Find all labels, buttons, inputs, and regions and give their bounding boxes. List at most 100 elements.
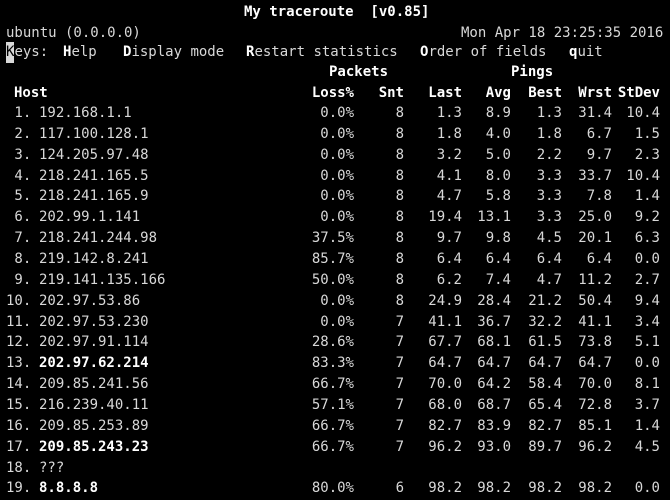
hop-host: 209.85.241.56 [39, 376, 149, 393]
best-cell: 3.3 [536, 209, 562, 226]
wrst-cell: 73.8 [578, 334, 612, 351]
loss-cell: 0.0% [320, 105, 354, 121]
last-cell: 70.0 [428, 376, 462, 393]
stdev-cell: 6.3 [634, 230, 660, 247]
snt-cell: 8 [395, 209, 404, 226]
hop-host: 202.97.53.230 [39, 313, 149, 330]
table-row: 13. 202.97.62.214 83.3% 7 64.7 64.7 64.7 64.7 0.… [0, 353, 670, 374]
packets-group-header: Packets [329, 64, 389, 80]
last-cell: 6.4 [436, 251, 462, 267]
hop-number: 10. [6, 292, 32, 309]
loss-cell: 0.0% [320, 313, 354, 330]
order-key-rest: rder of fields [428, 44, 547, 60]
wrst-cell: 72.8 [578, 396, 612, 413]
last-cell: 68.0 [428, 396, 462, 413]
title-line: My traceroute [v0.85] [0, 2, 670, 23]
host-column-header: Host [14, 85, 48, 101]
table-row: 19. 8.8.8.8 80.0% 6 98.2 98.2 98.2 98.2 0.0 [0, 478, 670, 499]
quit-key[interactable]: quit [569, 42, 603, 63]
hop-host: 218.241.165.5 [39, 167, 149, 184]
wrst-cell: 25.0 [578, 209, 612, 226]
wrst-cell: 41.1 [578, 313, 612, 330]
table-row: 10. 202.97.53.86 0.0% 8 24.9 28.4 21.2 50.4 9.4 [0, 291, 670, 312]
best-column-header: Best [528, 85, 562, 101]
stdev-cell: 8.1 [634, 376, 660, 393]
restart-statistics-key[interactable]: Restart statistics [246, 42, 398, 63]
group-header-line: Packets Pings [0, 62, 670, 83]
loss-cell: 85.7% [311, 251, 354, 267]
stdev-cell: 3.4 [634, 313, 660, 330]
avg-cell: 13.1 [477, 209, 511, 226]
loss-cell: 66.7% [311, 438, 354, 455]
order-of-fields-key[interactable]: Order of fields [420, 42, 546, 63]
hop-number: 6. [6, 209, 32, 226]
hop-host: 202.97.53.86 [39, 292, 141, 309]
column-header-line: Host Loss% Snt Last Avg Best Wrst StDev [0, 83, 670, 104]
avg-cell: 68.1 [477, 334, 511, 351]
loss-cell: 50.0% [311, 271, 354, 288]
pings-group-header: Pings [511, 64, 554, 80]
hop-number: 18. [6, 459, 32, 476]
wrst-cell: 11.2 [578, 271, 612, 288]
best-cell: 82.7 [528, 417, 562, 434]
avg-cell: 28.4 [477, 292, 511, 309]
snt-cell: 8 [395, 271, 404, 288]
app-title: My traceroute [v0.85] [244, 4, 430, 20]
keys-label-rest: eys: [14, 44, 49, 60]
stdev-cell: 5.1 [634, 334, 660, 351]
restart-key-rest: estart statistics [254, 44, 398, 60]
loss-cell: 0.0% [320, 292, 354, 309]
table-row: 3. 124.205.97.48 0.0% 8 3.2 5.0 2.2 9.7 2.3 [0, 145, 670, 166]
best-cell: 4.5 [536, 230, 562, 247]
avg-cell: 8.9 [485, 105, 511, 121]
table-row: 18.??? [0, 458, 670, 479]
last-column-header: Last [428, 85, 462, 101]
snt-cell: 7 [395, 355, 404, 372]
loss-cell: 0.0% [320, 125, 354, 142]
stdev-cell: 2.3 [634, 146, 660, 163]
hop-host: 209.85.253.89 [39, 417, 149, 434]
avg-cell: 9.8 [485, 230, 511, 247]
last-cell: 6.2 [436, 271, 462, 288]
snt-cell: 7 [395, 334, 404, 351]
best-cell: 89.7 [528, 438, 562, 455]
avg-cell: 93.0 [477, 438, 511, 455]
best-cell: 64.7 [528, 355, 562, 372]
snt-column-header: Snt [378, 85, 404, 101]
hop-number: 13. [6, 355, 32, 372]
table-row: 11. 202.97.53.230 0.0% 7 41.1 36.7 32.2 41.1 3.4 [0, 312, 670, 333]
wrst-cell: 31.4 [578, 105, 612, 121]
snt-cell: 7 [395, 396, 404, 413]
snt-cell: 7 [395, 438, 404, 455]
snt-cell: 7 [395, 417, 404, 434]
best-cell: 3.3 [536, 188, 562, 205]
last-cell: 24.9 [428, 292, 462, 309]
last-cell: 96.2 [428, 438, 462, 455]
loss-cell: 28.6% [311, 334, 354, 351]
hop-number: 7. [6, 230, 32, 247]
avg-cell: 6.4 [485, 251, 511, 267]
hop-number: 2. [6, 125, 32, 142]
hop-host: 202.97.62.214 [39, 355, 149, 372]
hop-host: 192.168.1.1 [39, 105, 132, 121]
hop-host: ??? [39, 459, 65, 476]
hop-number: 15. [6, 396, 32, 413]
best-cell: 65.4 [528, 396, 562, 413]
quit-key-rest: uit [577, 44, 603, 60]
best-cell: 6.4 [536, 251, 562, 267]
snt-cell: 8 [395, 292, 404, 309]
wrst-cell: 7.8 [586, 188, 612, 205]
hop-number: 14. [6, 376, 32, 393]
table-row: 4. 218.241.165.5 0.0% 8 4.1 8.0 3.3 33.7 10.4 [0, 166, 670, 187]
hop-host: 202.97.91.114 [39, 334, 149, 351]
stdev-cell: 9.2 [634, 209, 660, 226]
table-row: 15. 216.239.40.11 57.1% 7 68.0 68.7 65.4 72.8 3.… [0, 395, 670, 416]
display-mode-key[interactable]: Display mode [123, 42, 224, 63]
help-key[interactable]: Help [63, 42, 97, 63]
loss-cell: 37.5% [311, 230, 354, 247]
stdev-cell: 2.7 [634, 271, 660, 288]
hop-host: 8.8.8.8 [39, 480, 99, 497]
wrst-cell: 64.7 [578, 355, 612, 372]
loss-cell: 57.1% [311, 396, 354, 413]
table-row: 5. 218.241.165.9 0.0% 8 4.7 5.8 3.3 7.8 1.4 [0, 186, 670, 207]
